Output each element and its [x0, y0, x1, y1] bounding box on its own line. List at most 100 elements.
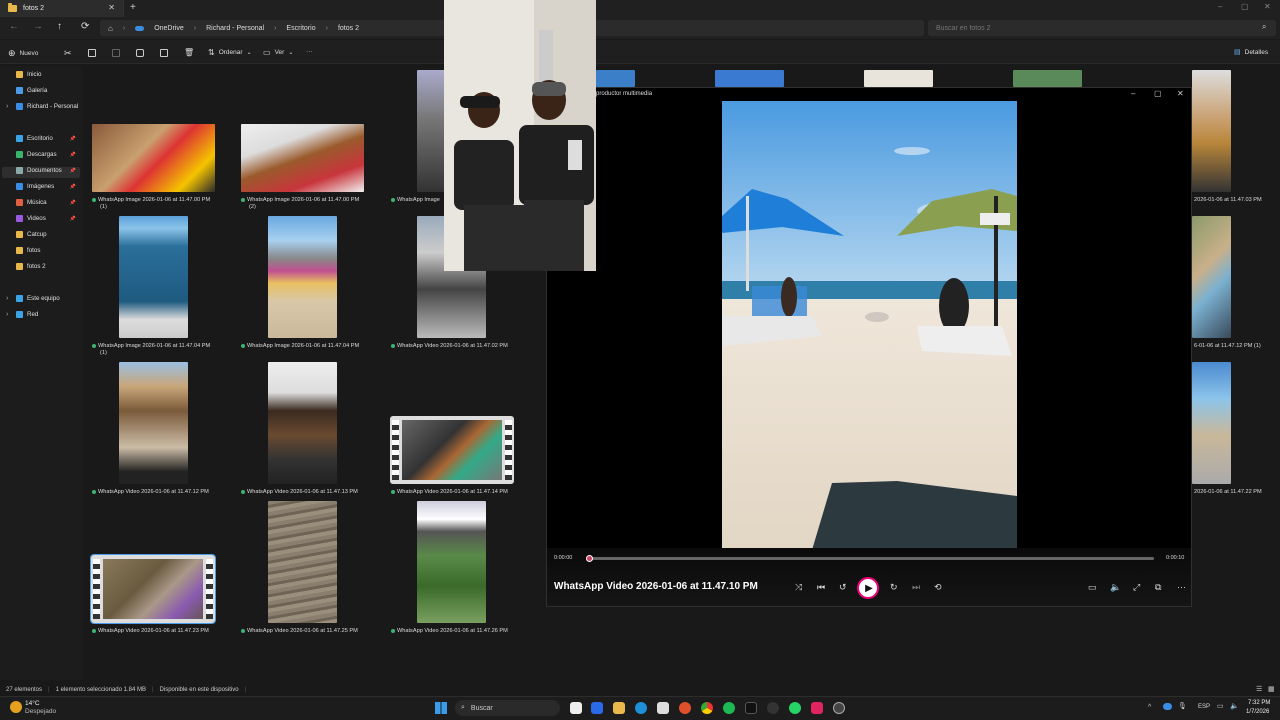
- new-button[interactable]: ⊕ Nuevo: [8, 48, 38, 59]
- player-maximize-icon[interactable]: ▢: [1154, 89, 1162, 98]
- media-player-icon[interactable]: [833, 702, 845, 714]
- tiktok-icon[interactable]: [745, 702, 757, 714]
- copy-icon[interactable]: [88, 49, 96, 57]
- sidebar-item[interactable]: Música 📌: [6, 199, 80, 206]
- file-label[interactable]: WhatsApp Image 2026-01-06 at 11.47.04 PM…: [92, 343, 228, 357]
- thumbnail[interactable]: [92, 124, 215, 192]
- file-label[interactable]: WhatsApp Image 2026-01-06 at 11.47.04 PM: [241, 343, 377, 350]
- details-view-icon[interactable]: ☰: [1256, 685, 1262, 693]
- search-icon[interactable]: ⌕: [1262, 22, 1266, 32]
- refresh-button[interactable]: ⟳: [81, 21, 89, 32]
- sidebar-item[interactable]: Descargas 📌: [6, 151, 80, 158]
- task-view-icon[interactable]: [570, 702, 582, 714]
- sidebar-item[interactable]: Inicio: [6, 71, 80, 78]
- expand-chevron-icon[interactable]: ›: [6, 103, 12, 110]
- sidebar-item[interactable]: fotos 2: [6, 263, 80, 270]
- breadcrumb-item[interactable]: Richard - Personal: [206, 25, 264, 32]
- file-label[interactable]: WhatsApp Image 2026-01-06 at 11.47.00 PM…: [241, 197, 377, 211]
- file-label[interactable]: WhatsApp Video 2026-01-06 at 11.47.23 PM: [92, 628, 228, 635]
- thumbnail[interactable]: [119, 216, 188, 338]
- thumbnail[interactable]: [864, 70, 933, 87]
- file-label[interactable]: WhatsApp Video 2026-01-06 at 11.47.25 PM: [241, 628, 377, 635]
- paste-icon[interactable]: [112, 49, 120, 57]
- file-label[interactable]: WhatsApp Video 2026-01-06 at 11.47.02 PM: [391, 343, 527, 350]
- onedrive-icon[interactable]: [1163, 703, 1172, 710]
- thumbnail[interactable]: [268, 501, 337, 623]
- breadcrumb-item[interactable]: OneDrive: [154, 25, 184, 32]
- file-label[interactable]: WhatsApp Video 2026-01-06 at 11.47.26 PM: [391, 628, 527, 635]
- rename-icon[interactable]: [136, 49, 144, 57]
- tab-fotos-2[interactable]: fotos 2 ✕: [0, 0, 124, 17]
- calendar-icon[interactable]: [657, 702, 669, 714]
- tray-overflow-icon[interactable]: ^: [1148, 704, 1151, 711]
- thumbnail[interactable]: [417, 501, 486, 623]
- view-button[interactable]: ▭ Ver ⌄: [263, 48, 293, 57]
- fullscreen-icon[interactable]: ⤢: [1133, 582, 1140, 593]
- breadcrumb-item[interactable]: fotos 2: [338, 25, 359, 32]
- minimize-icon[interactable]: –: [1218, 2, 1222, 11]
- maximize-icon[interactable]: ▢: [1241, 2, 1249, 11]
- video-frame[interactable]: [722, 101, 1017, 550]
- more-options-icon[interactable]: ···: [1177, 582, 1186, 592]
- file-label[interactable]: 2026-01-06 at 11.47.03 PM: [1194, 197, 1274, 204]
- whatsapp-icon[interactable]: [789, 702, 801, 714]
- more-options-button[interactable]: ···: [306, 48, 313, 55]
- thumbnail[interactable]: [1192, 70, 1231, 192]
- thumbnail[interactable]: [596, 70, 635, 87]
- search-input[interactable]: [928, 20, 1276, 36]
- delete-icon[interactable]: 🗑: [184, 48, 194, 57]
- thumbnail[interactable]: [241, 124, 364, 192]
- sort-button[interactable]: ⇅ Ordenar ⌄: [208, 48, 252, 57]
- details-button[interactable]: ▤ Detalles: [1234, 48, 1268, 57]
- player-close-icon[interactable]: ✕: [1177, 89, 1184, 98]
- mic-icon[interactable]: 🎙: [1178, 702, 1187, 710]
- back-button[interactable]: ←: [9, 21, 19, 32]
- file-label[interactable]: 2026-01-06 at 11.47.22 PM: [1194, 489, 1274, 496]
- thumbnail[interactable]: [715, 70, 784, 87]
- thumbnail[interactable]: [268, 216, 337, 338]
- expand-chevron-icon[interactable]: ›: [6, 295, 12, 302]
- thumbnail[interactable]: [1013, 70, 1082, 87]
- rewind-10-icon[interactable]: ↺: [839, 582, 847, 593]
- expand-chevron-icon[interactable]: ›: [6, 311, 12, 318]
- thumbnail[interactable]: [268, 362, 337, 484]
- up-button[interactable]: ↑: [57, 21, 62, 32]
- new-tab-button[interactable]: +: [130, 2, 136, 13]
- tiktok-studio-icon[interactable]: [811, 702, 823, 714]
- sidebar-item[interactable]: Galería: [6, 87, 80, 94]
- seek-thumb[interactable]: [586, 555, 593, 562]
- sidebar-item[interactable]: Escritorio 📌: [6, 135, 80, 142]
- edge-icon[interactable]: [635, 702, 647, 714]
- tab-close-icon[interactable]: ✕: [108, 3, 115, 12]
- github-icon[interactable]: [767, 702, 779, 714]
- next-icon[interactable]: ⏭: [912, 582, 920, 593]
- play-button[interactable]: ▶: [857, 577, 879, 599]
- close-icon[interactable]: ✕: [1264, 2, 1271, 11]
- sidebar-item[interactable]: Imágenes 📌: [6, 183, 80, 190]
- thumbnail[interactable]: [417, 70, 445, 192]
- thumbnail[interactable]: [119, 362, 188, 484]
- spotify-icon[interactable]: [723, 702, 735, 714]
- miniplayer-icon[interactable]: ⧉: [1155, 582, 1161, 593]
- file-label[interactable]: WhatsApp Video 2026-01-06 at 11.47.13 PM: [241, 489, 377, 496]
- volume-icon[interactable]: 🔈: [1110, 582, 1121, 593]
- sidebar-item[interactable]: fotos: [6, 247, 80, 254]
- player-minimize-icon[interactable]: –: [1131, 89, 1135, 98]
- weather-desc[interactable]: Despejado: [25, 708, 56, 715]
- file-label[interactable]: WhatsApp Image 2026-01-06 at 11.47.00 PM…: [92, 197, 228, 211]
- clock-date[interactable]: 1/7/2026: [1246, 709, 1269, 715]
- cut-icon[interactable]: ✂: [64, 48, 72, 59]
- forward-button[interactable]: →: [33, 21, 43, 32]
- file-label[interactable]: WhatsApp Video 2026-01-06 at 11.47.14 PM: [391, 489, 527, 496]
- subtitles-icon[interactable]: ▭: [1088, 582, 1097, 593]
- share-icon[interactable]: [160, 49, 168, 57]
- thumbnail[interactable]: [1192, 362, 1231, 484]
- sidebar-item[interactable]: Videos 📌: [6, 215, 80, 222]
- video-thumbnail[interactable]: [90, 554, 216, 624]
- previous-icon[interactable]: ⏮: [817, 582, 825, 593]
- copilot-icon[interactable]: [591, 702, 603, 714]
- thumbnail[interactable]: [1192, 216, 1231, 338]
- sidebar-item[interactable]: › Este equipo: [6, 295, 80, 302]
- tiles-view-icon[interactable]: ▦: [1268, 685, 1275, 693]
- taskbar-search[interactable]: ⌕ Buscar: [455, 700, 560, 716]
